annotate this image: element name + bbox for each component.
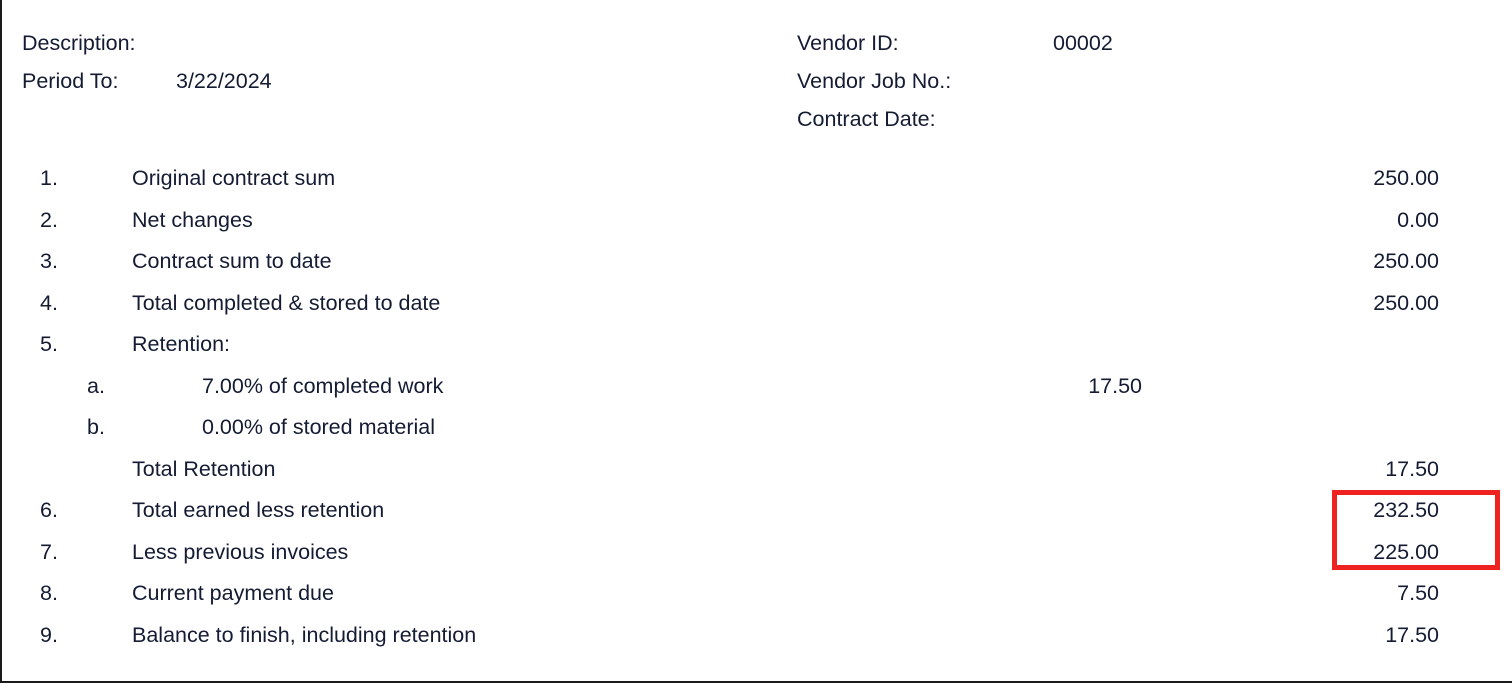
line-item-5b-number: b. (87, 415, 105, 439)
line-item-1-label: Original contract sum (132, 166, 336, 190)
line-item-8-label: Current payment due (132, 581, 334, 605)
line-item-2-number: 2. (40, 207, 58, 232)
line-item-2-amount: 0.00 (1397, 207, 1439, 232)
field-contract-date-label: Contract Date: (797, 107, 936, 131)
line-item-3-amount: 250.00 (1373, 249, 1439, 273)
payment-application-summary-page: Description: Period To: 3/22/2024 Vendor… (0, 0, 1512, 683)
line-item-6-label: Total earned less retention (132, 498, 385, 522)
line-item-5b: b. 0.00% of stored material (2, 407, 1512, 449)
line-item-8: 8. Current payment due 7.50 (2, 573, 1512, 615)
line-item-total-retention: Total Retention 17.50 (2, 449, 1512, 491)
line-item-1-amount: 250.00 (1373, 166, 1439, 190)
line-item-3-label: Contract sum to date (132, 249, 332, 273)
line-item-3: 3. Contract sum to date 250.00 (2, 241, 1512, 283)
field-contract-date: Contract Date: (797, 100, 1113, 138)
line-item-4-number: 4. (40, 290, 58, 315)
line-item-5-number: 5. (40, 332, 58, 356)
field-vendor-job-no-label: Vendor Job No.: (797, 69, 952, 93)
field-vendor-id: Vendor ID: 00002 (797, 24, 1113, 62)
line-item-5a-label: 7.00% of completed work (202, 373, 444, 398)
line-item-5a-mid: 17.50 (1088, 373, 1142, 398)
line-item-5: 5. Retention: (2, 324, 1512, 366)
line-item-1: 1. Original contract sum 250.00 (2, 158, 1512, 200)
header-fields: Description: Period To: 3/22/2024 Vendor… (2, 24, 1512, 134)
line-item-7-number: 7. (40, 539, 58, 564)
line-item-8-amount: 7.50 (1397, 581, 1439, 605)
line-item-total-retention-label: Total Retention (132, 456, 276, 481)
line-item-5b-label: 0.00% of stored material (202, 415, 436, 439)
line-item-4-amount: 250.00 (1373, 290, 1439, 315)
line-item-8-number: 8. (40, 581, 58, 605)
line-item-6-amount: 232.50 (1373, 498, 1439, 522)
field-vendor-id-value[interactable]: 00002 (1053, 24, 1113, 62)
line-item-7: 7. Less previous invoices 225.00 (2, 532, 1512, 574)
line-item-total-retention-amount: 17.50 (1385, 456, 1439, 481)
field-description: Description: (22, 24, 272, 62)
line-item-4: 4. Total completed & stored to date 250.… (2, 283, 1512, 325)
line-item-6-number: 6. (40, 498, 58, 522)
line-item-1-number: 1. (40, 166, 58, 190)
line-item-2: 2. Net changes 0.00 (2, 200, 1512, 242)
line-item-6: 6. Total earned less retention 232.50 (2, 490, 1512, 532)
line-item-7-label: Less previous invoices (132, 539, 349, 564)
line-item-9-number: 9. (40, 622, 58, 647)
field-vendor-job-no: Vendor Job No.: (797, 62, 1113, 100)
field-description-label: Description: (22, 31, 136, 55)
line-item-7-amount: 225.00 (1373, 539, 1439, 564)
field-vendor-id-label: Vendor ID: (797, 31, 899, 55)
line-item-5a-number: a. (87, 373, 105, 398)
header-right-column: Vendor ID: 00002 Vendor Job No.: Contrac… (797, 24, 1113, 138)
line-item-3-number: 3. (40, 249, 58, 273)
line-item-9: 9. Balance to finish, including retentio… (2, 615, 1512, 657)
field-period-to: Period To: 3/22/2024 (22, 62, 272, 100)
line-item-4-label: Total completed & stored to date (132, 290, 441, 315)
line-item-5-label: Retention: (132, 332, 231, 356)
line-items-list: 1. Original contract sum 250.00 2. Net c… (2, 158, 1512, 656)
field-period-to-value[interactable]: 3/22/2024 (176, 62, 272, 100)
line-item-9-amount: 17.50 (1385, 622, 1439, 647)
header-left-column: Description: Period To: 3/22/2024 (22, 24, 272, 100)
field-period-to-label: Period To: (22, 69, 119, 93)
line-item-2-label: Net changes (132, 207, 253, 232)
line-item-5a: a. 7.00% of completed work 17.50 (2, 366, 1512, 408)
line-item-9-label: Balance to finish, including retention (132, 622, 477, 647)
